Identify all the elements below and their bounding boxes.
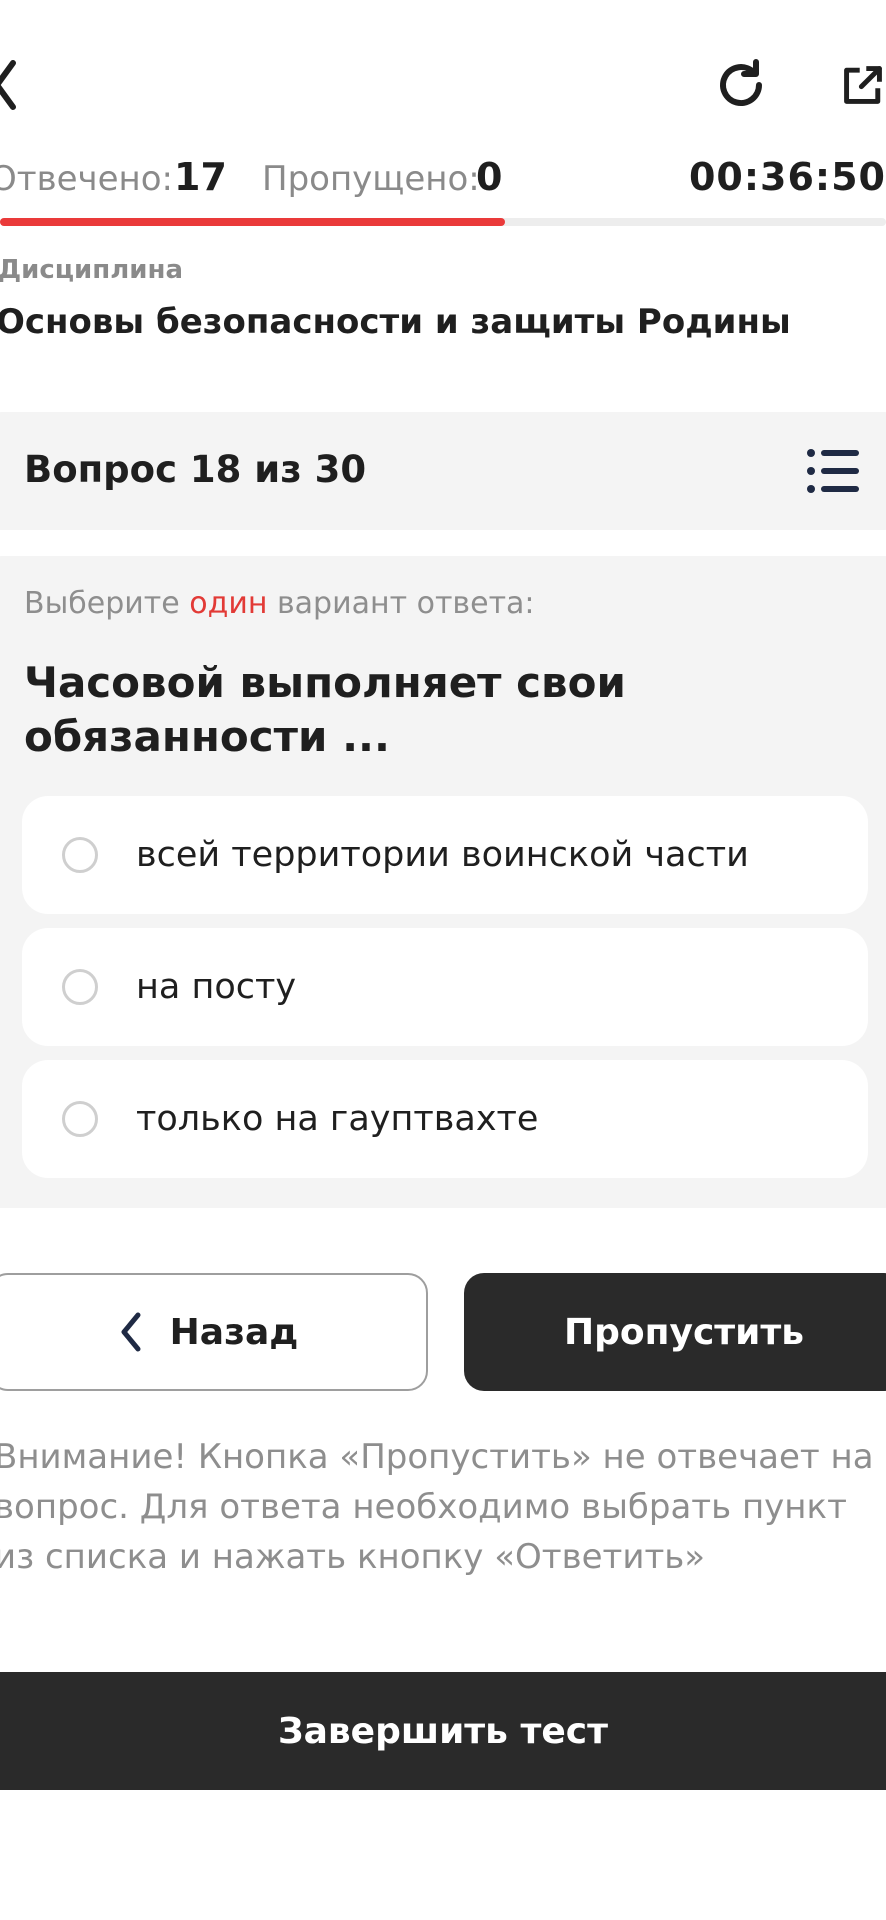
finish-test-label: Завершить тест [278, 1710, 608, 1752]
chevron-left-icon [0, 60, 16, 110]
skipped-count: 0 [476, 155, 503, 199]
skip-warning: Внимание! Кнопка «Пропустить» не отвечае… [0, 1437, 874, 1577]
progress-bar-fill [0, 218, 506, 226]
question-counter: Вопрос 18 из 30 [24, 448, 367, 491]
list-icon [807, 449, 859, 493]
share-button[interactable] [840, 54, 886, 116]
radio-button[interactable] [62, 969, 98, 1005]
refresh-button[interactable] [708, 52, 774, 118]
skip-button-label: Пропустить [563, 1311, 805, 1353]
hint-suffix: вариант ответа: [267, 586, 535, 621]
question-header: Вопрос 18 из 30 [0, 412, 886, 530]
refresh-icon [720, 59, 763, 107]
radio-button[interactable] [62, 837, 98, 873]
external-link-icon [844, 66, 882, 104]
hint-prefix: Выберите [24, 586, 190, 621]
answer-option-label: на посту [136, 967, 297, 1007]
hint-accent: один [189, 586, 268, 621]
answer-option-2[interactable]: на посту [22, 928, 868, 1046]
skip-button[interactable]: Пропустить [464, 1273, 886, 1391]
back-button-label: Назад [169, 1311, 299, 1353]
answer-option-label: только на гауптвахте [136, 1099, 539, 1139]
finish-test-button[interactable]: Завершить тест [0, 1672, 886, 1790]
answer-option-label: всей территории воинской части [136, 835, 749, 875]
answer-hint: Выберите один вариант ответа: [24, 586, 535, 621]
question-list-button[interactable] [806, 446, 860, 496]
question-text: Часовой выполняет свои обязанности ... [24, 658, 626, 761]
answered-label: Отвечено: [0, 159, 174, 199]
answered-count: 17 [174, 155, 227, 199]
timer: 00:36:50 [688, 155, 886, 199]
skipped-label: Пропущено: [262, 159, 480, 199]
discipline-title: Основы безопасности и защиты Родины [0, 302, 791, 342]
back-chevron-button[interactable] [0, 50, 26, 120]
discipline-label: Дисциплина [0, 255, 184, 285]
radio-button[interactable] [62, 1101, 98, 1137]
answer-option-1[interactable]: всей территории воинской части [22, 796, 868, 914]
back-button[interactable]: Назад [0, 1273, 428, 1391]
question-card: Выберите один вариант ответа: Часовой вы… [0, 556, 886, 1208]
chevron-left-icon [121, 1312, 141, 1352]
answer-option-3[interactable]: только на гауптвахте [22, 1060, 868, 1178]
progress-bar [0, 218, 886, 226]
